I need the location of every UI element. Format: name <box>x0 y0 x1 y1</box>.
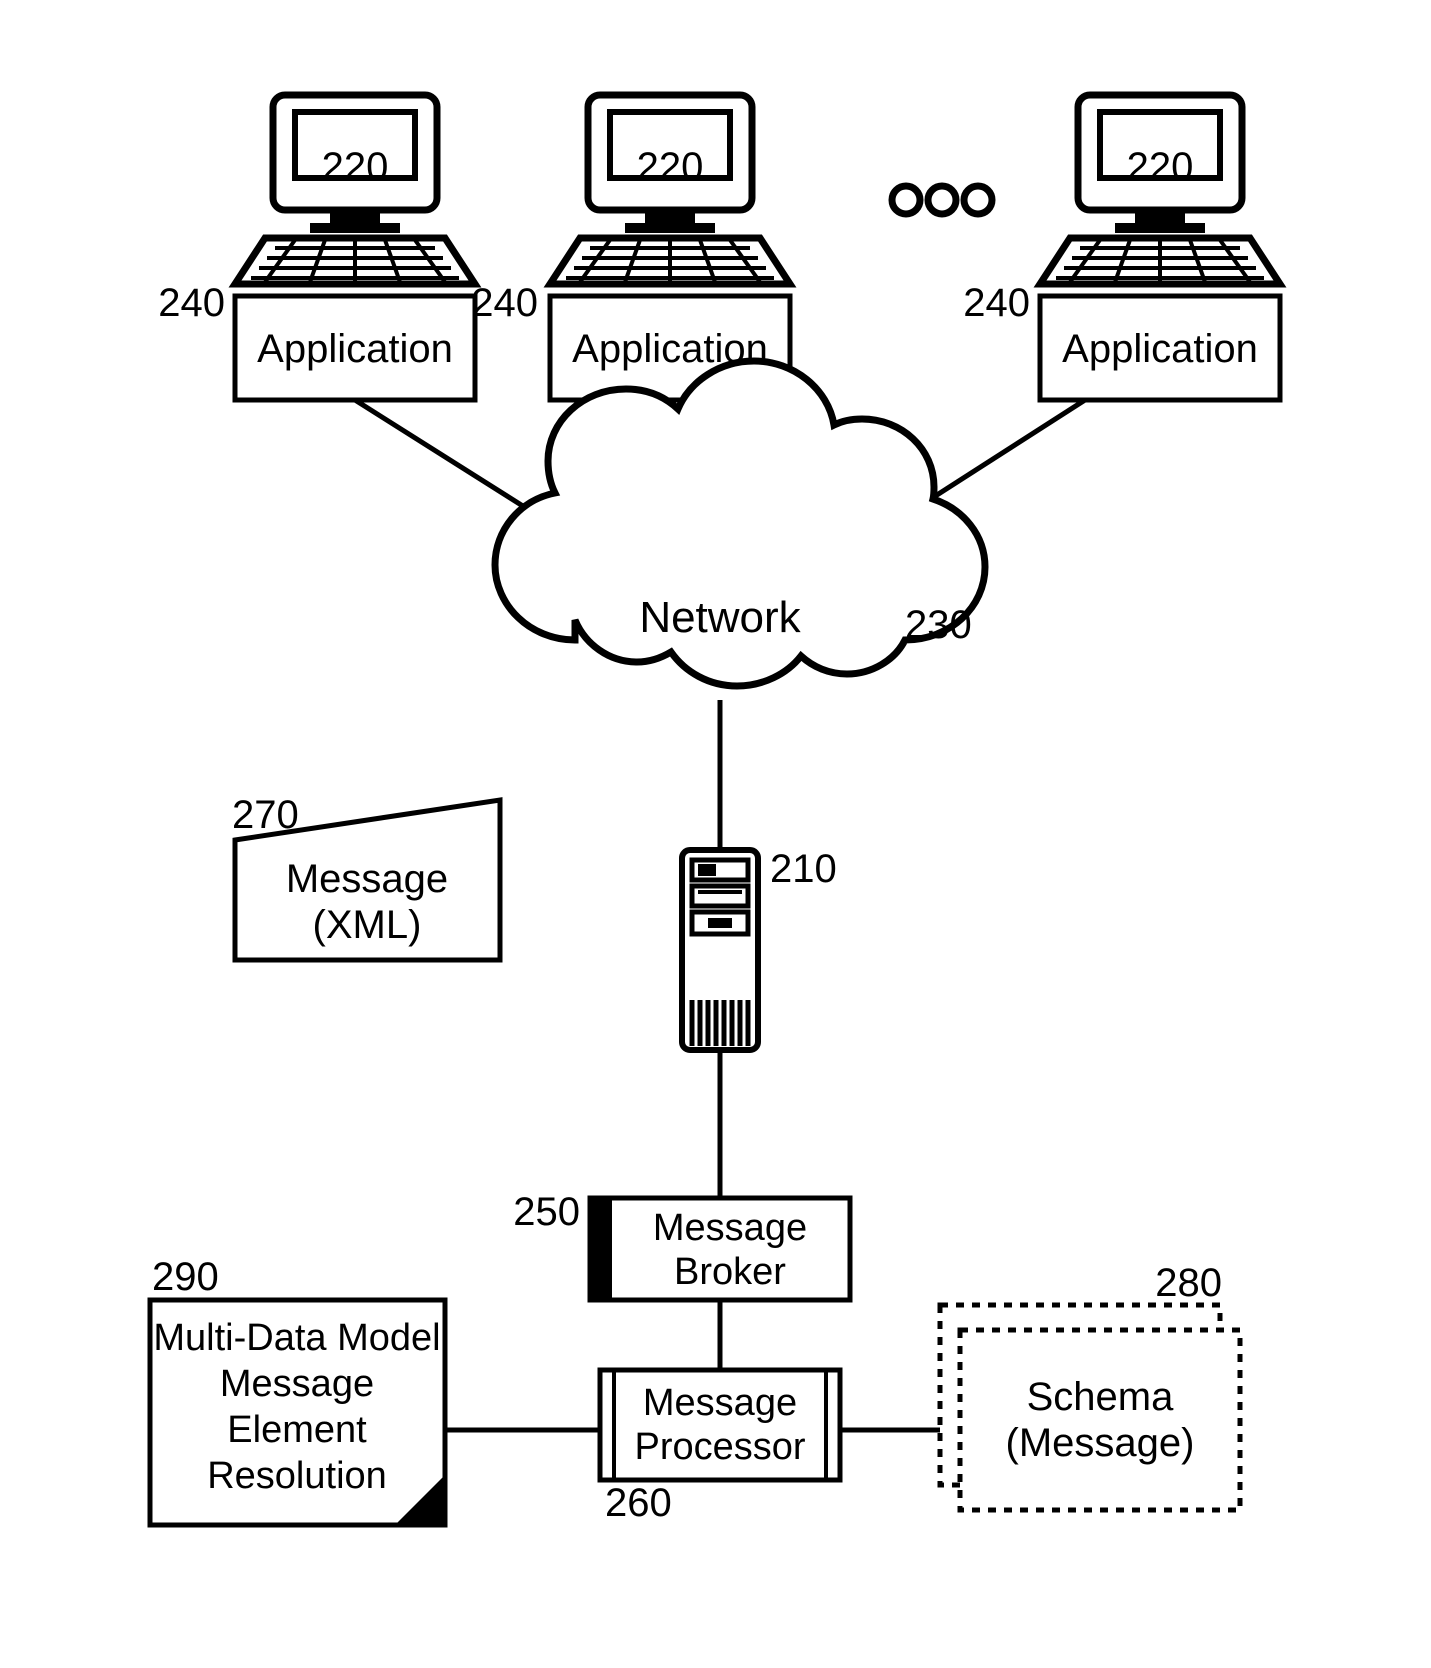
client-1-screen-ref: 220 <box>322 145 389 189</box>
resolver-ref: 290 <box>152 1255 219 1299</box>
message-shape: 270 Message (XML) <box>232 793 500 960</box>
network-cloud: Network 230 <box>495 361 985 686</box>
schema-line1: Schema <box>1027 1375 1174 1419</box>
message-line2: (XML) <box>313 903 422 947</box>
client-3-ref: 240 <box>963 281 1030 325</box>
message-processor-box: Message Processor 260 <box>600 1370 840 1525</box>
diagram: 220 Application 240 240 220 Application … <box>0 0 1431 1663</box>
processor-ref: 260 <box>605 1481 672 1525</box>
client-2: 220 Application <box>550 95 790 400</box>
client-3-screen-ref: 220 <box>1127 145 1194 189</box>
client-1-app-label: Application <box>257 327 453 371</box>
client-2-screen-ref: 220 <box>637 145 704 189</box>
schema-line2: (Message) <box>1006 1421 1195 1465</box>
schema-ref: 280 <box>1155 1261 1222 1305</box>
server: 210 <box>682 847 837 1050</box>
broker-line2: Broker <box>674 1251 786 1293</box>
broker-line1: Message <box>653 1207 807 1249</box>
resolver-line1: Multi-Data Model <box>153 1317 440 1359</box>
resolver-line2: Message <box>220 1363 374 1405</box>
schema-box: Schema (Message) 280 <box>940 1261 1240 1510</box>
message-ref: 270 <box>232 793 299 837</box>
message-broker-box: Message Broker 250 <box>513 1190 850 1300</box>
client-1-ref-left: 240 <box>158 281 225 325</box>
processor-line2: Processor <box>634 1426 805 1468</box>
network-ref: 230 <box>905 603 972 647</box>
client-3: 220 Application 240 <box>963 95 1280 400</box>
processor-line1: Message <box>643 1382 797 1424</box>
client-3-app-label: Application <box>1062 327 1258 371</box>
message-line1: Message <box>286 857 448 901</box>
broker-ref: 250 <box>513 1190 580 1234</box>
resolver-line4: Resolution <box>207 1455 387 1497</box>
client-1: 220 Application 240 240 <box>158 95 538 400</box>
server-ref: 210 <box>770 847 837 891</box>
network-label: Network <box>639 593 801 642</box>
ellipsis-icon <box>892 186 992 214</box>
client-1-ref-right: 240 <box>471 281 538 325</box>
resolver-line3: Element <box>227 1409 367 1451</box>
resolver-box: Multi-Data Model Message Element Resolut… <box>150 1255 445 1525</box>
